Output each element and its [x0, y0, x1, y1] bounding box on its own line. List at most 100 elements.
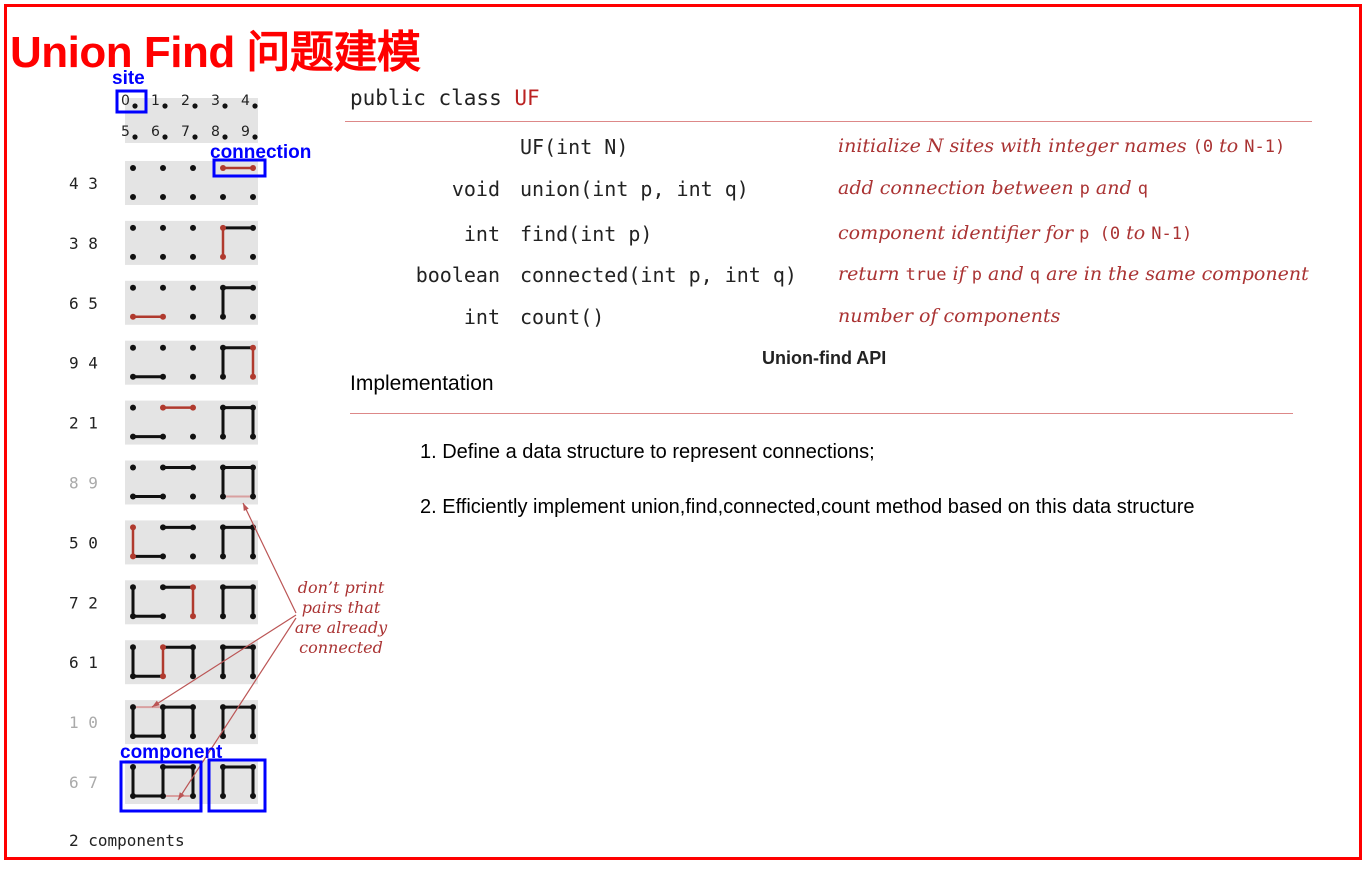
site-dot	[130, 793, 136, 799]
site-dot	[130, 284, 136, 291]
site-dot	[220, 373, 226, 380]
site-dot	[250, 253, 256, 260]
site-dot	[220, 224, 226, 231]
site-dot	[190, 253, 196, 260]
site-dot	[160, 344, 166, 351]
site-dot	[220, 165, 226, 171]
site-annotation: site	[112, 68, 145, 89]
site-dot	[222, 134, 228, 140]
site-dot	[160, 253, 166, 260]
pair-label: 6 7	[69, 773, 98, 792]
site-dot	[160, 493, 166, 500]
site-dot	[220, 253, 226, 260]
site-dot	[160, 584, 166, 591]
site-dot	[220, 284, 226, 291]
site-label: 1	[151, 93, 160, 109]
site-dot	[220, 313, 226, 320]
site-dot	[190, 493, 196, 500]
site-dot	[190, 553, 196, 560]
site-dot	[190, 764, 196, 770]
site-dot	[222, 103, 228, 109]
site-dot	[190, 613, 196, 620]
site-dot	[190, 194, 196, 200]
site-dot	[190, 284, 196, 291]
site-label: 6	[151, 124, 160, 140]
site-dot	[220, 613, 226, 620]
site-dot	[250, 584, 256, 591]
site-dot	[250, 373, 256, 380]
pair-label: 1 0	[69, 713, 98, 732]
note-text: are already	[295, 618, 388, 637]
site-dot	[220, 673, 226, 680]
pair-label: 7 2	[69, 593, 98, 612]
site-dot	[190, 673, 196, 680]
site-dot	[130, 253, 136, 260]
site-dot	[130, 194, 136, 200]
components-count: 2 components	[69, 831, 185, 850]
site-dot	[130, 524, 136, 531]
site-dot	[130, 165, 136, 171]
site-dot	[130, 493, 136, 500]
site-dot	[250, 733, 256, 740]
site-dot	[132, 103, 138, 109]
site-dot	[160, 733, 166, 740]
site-dot	[250, 224, 256, 231]
site-dot	[160, 284, 166, 291]
site-dot	[220, 464, 226, 471]
site-dot	[130, 464, 136, 471]
site-dot	[162, 134, 168, 140]
site-dot	[252, 103, 258, 109]
site-dot	[130, 733, 136, 740]
site-dot	[250, 704, 256, 711]
site-dot	[220, 194, 226, 200]
site-dot	[130, 313, 136, 320]
site-dot	[160, 313, 166, 320]
site-dot	[220, 793, 226, 799]
site-dot	[130, 613, 136, 620]
site-dot	[190, 433, 196, 440]
site-dot	[252, 134, 258, 140]
site-dot	[160, 464, 166, 471]
site-dot	[160, 224, 166, 231]
note-text: pairs that	[302, 598, 381, 617]
pair-label: 3 8	[69, 234, 98, 253]
site-dot	[190, 313, 196, 320]
site-dot	[250, 404, 256, 411]
site-dot	[130, 644, 136, 651]
site-dot	[160, 524, 166, 531]
note-text: don’t print	[298, 578, 385, 597]
site-dot	[130, 433, 136, 440]
site-dot	[160, 194, 166, 200]
site-label: 4	[241, 93, 250, 109]
site-dot	[160, 613, 166, 620]
site-dot	[190, 373, 196, 380]
site-dot	[160, 373, 166, 380]
pair-label: 8 9	[69, 474, 98, 493]
site-dot	[130, 764, 136, 770]
site-dot	[250, 613, 256, 620]
site-label: 5	[121, 124, 130, 140]
site-dot	[130, 404, 136, 411]
site-dot	[250, 194, 256, 200]
site-dot	[250, 165, 256, 171]
site-dot	[192, 134, 198, 140]
site-dot	[130, 373, 136, 380]
site-dot	[190, 224, 196, 231]
site-dot	[160, 404, 166, 411]
site-dot	[190, 165, 196, 171]
pair-label: 2 1	[69, 414, 98, 433]
site-dot	[160, 704, 166, 711]
site-dot	[190, 524, 196, 531]
site-dot	[190, 344, 196, 351]
site-dot	[250, 313, 256, 320]
site-dot	[130, 673, 136, 680]
site-dot	[130, 584, 136, 591]
site-label: 9	[241, 124, 250, 140]
pair-label: 6 5	[69, 294, 98, 313]
site-dot	[160, 433, 166, 440]
site-dot	[250, 673, 256, 680]
site-dot	[190, 793, 196, 799]
component-annotation: component	[120, 742, 223, 763]
site-label: 0	[121, 93, 130, 109]
site-dot	[220, 433, 226, 440]
